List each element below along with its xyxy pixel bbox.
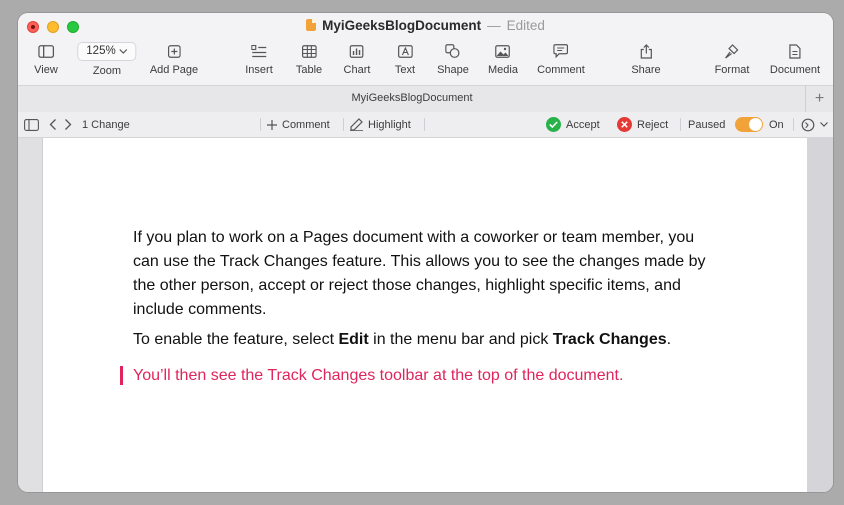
comment-button[interactable]: Comment xyxy=(537,43,585,76)
para2-edit-bold: Edit xyxy=(338,331,369,348)
paused-label: Paused xyxy=(688,118,726,131)
zoom-control[interactable]: 125% Zoom xyxy=(77,41,137,77)
change-count: 1 Change xyxy=(82,118,130,131)
track-changes-bar: 1 Change Comment Highlight Accept Reject… xyxy=(18,112,833,138)
insert-button[interactable]: Insert xyxy=(245,43,273,76)
document-icon xyxy=(770,43,820,59)
plus-icon: + xyxy=(814,90,825,107)
view-button[interactable]: View xyxy=(34,43,58,76)
media-label: Media xyxy=(488,64,518,76)
change-indicator-bar[interactable] xyxy=(120,366,123,385)
reject-label: Reject xyxy=(637,118,669,131)
highlight-label: Highlight xyxy=(368,118,411,131)
chevron-down-icon xyxy=(119,48,128,54)
add-page-label: Add Page xyxy=(149,64,199,76)
share-label: Share xyxy=(631,64,661,76)
x-mark-icon xyxy=(617,117,632,132)
para2-text-a: To enable the feature, select xyxy=(133,331,339,348)
pages-window: MyiGeeksBlogDocument — Edited View 125% Zo… xyxy=(18,13,833,492)
comment-icon xyxy=(537,43,585,59)
document-name: MyiGeeksBlogDocument xyxy=(322,18,482,33)
insert-label: Insert xyxy=(245,64,273,76)
checkmark-icon xyxy=(546,117,561,132)
document-button[interactable]: Document xyxy=(770,43,820,76)
settings-dial-icon xyxy=(801,118,815,131)
body-paragraph-1[interactable]: If you plan to work on a Pages document … xyxy=(133,226,713,322)
divider xyxy=(424,118,425,131)
share-button[interactable]: Share xyxy=(631,43,661,76)
para2-track-changes-bold: Track Changes xyxy=(552,331,667,348)
sidebar-icon xyxy=(24,118,39,131)
changes-sidebar-button[interactable] xyxy=(24,112,39,137)
body-paragraph-2[interactable]: To enable the feature, select Edit in th… xyxy=(133,328,713,352)
reject-button[interactable]: Reject xyxy=(617,112,668,137)
zoom-label: Zoom xyxy=(92,64,122,77)
vertical-scrollbar[interactable] xyxy=(807,138,833,492)
toggle-switch[interactable] xyxy=(735,117,763,132)
add-comment-button[interactable]: Comment xyxy=(267,112,330,137)
previous-change-button[interactable] xyxy=(49,112,57,137)
media-button[interactable]: Media xyxy=(488,43,518,76)
chevron-left-icon xyxy=(49,119,56,130)
document-label: Document xyxy=(769,64,821,76)
table-label: Table xyxy=(295,64,323,76)
zoom-value: 125% xyxy=(86,45,116,57)
pages-document-icon xyxy=(306,19,317,31)
sidebar-icon xyxy=(34,43,58,59)
document-status: Edited xyxy=(506,18,545,33)
shape-button[interactable]: Shape xyxy=(437,43,469,76)
next-change-button[interactable] xyxy=(64,112,72,137)
divider xyxy=(260,118,261,131)
chart-button[interactable]: Chart xyxy=(343,43,371,76)
document-page[interactable]: If you plan to work on a Pages document … xyxy=(42,138,809,492)
chart-icon xyxy=(344,43,371,59)
text-label: Text xyxy=(394,64,416,76)
paintbrush-icon xyxy=(715,43,750,59)
tracked-change-paragraph[interactable]: You’ll then see the Track Changes toolba… xyxy=(133,364,713,388)
table-button[interactable]: Table xyxy=(296,43,322,76)
document-title[interactable]: MyiGeeksBlogDocument — Edited xyxy=(18,18,833,33)
divider xyxy=(793,118,794,131)
new-tab-button[interactable]: + xyxy=(805,86,833,112)
accept-button[interactable]: Accept xyxy=(546,112,600,137)
add-page-button[interactable]: Add Page xyxy=(150,43,198,76)
divider xyxy=(343,118,344,131)
text-button[interactable]: Text xyxy=(395,43,415,76)
chevron-down-icon xyxy=(820,122,828,127)
photo-icon xyxy=(488,43,518,59)
share-icon xyxy=(631,43,660,59)
divider xyxy=(680,118,681,131)
highlight-button[interactable]: Highlight xyxy=(350,112,411,137)
shape-label: Shape xyxy=(437,64,469,76)
chevron-right-icon xyxy=(65,119,72,130)
track-settings-button[interactable] xyxy=(801,112,828,137)
tab-bar: MyiGeeksBlogDocument + xyxy=(18,85,833,113)
tracking-on-label: On xyxy=(769,118,784,131)
shape-icon xyxy=(437,43,469,59)
zoom-select[interactable]: 125% xyxy=(77,41,137,61)
para2-text-e: . xyxy=(666,331,672,348)
format-label: Format xyxy=(714,64,750,76)
table-icon xyxy=(296,43,322,59)
text-box-icon xyxy=(395,43,415,59)
chart-label: Chart xyxy=(343,64,371,76)
add-page-icon xyxy=(150,43,198,59)
title-separator: — xyxy=(487,18,501,33)
comment-label: Comment xyxy=(282,118,330,131)
view-label: View xyxy=(34,64,58,76)
para2-text-c: in the menu bar and pick xyxy=(368,331,553,348)
format-button[interactable]: Format xyxy=(714,43,750,76)
tab-document-title[interactable]: MyiGeeksBlogDocument xyxy=(18,92,806,104)
tracking-toggle[interactable] xyxy=(735,112,763,137)
accept-label: Accept xyxy=(566,118,600,131)
plus-icon xyxy=(267,119,277,130)
insert-list-icon xyxy=(245,43,273,59)
comment-label: Comment xyxy=(537,64,585,76)
document-canvas: If you plan to work on a Pages document … xyxy=(18,138,833,492)
pencil-icon xyxy=(350,118,363,131)
